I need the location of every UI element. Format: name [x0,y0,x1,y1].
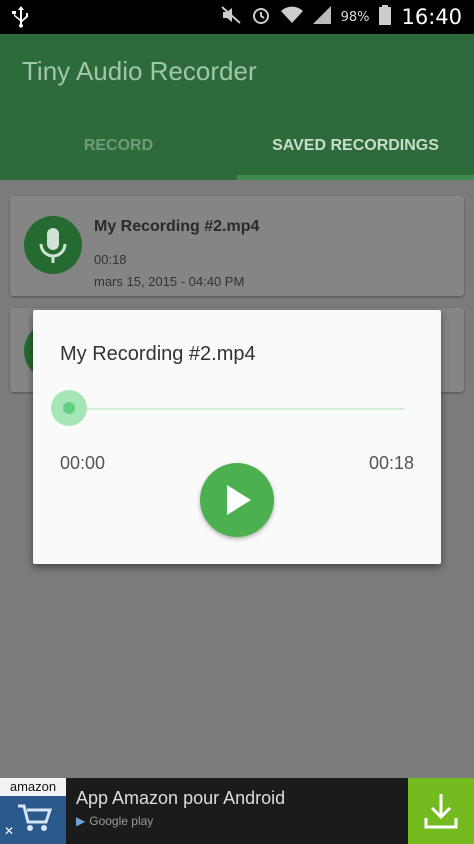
battery-percent: 98% [340,9,370,25]
ad-app-icon[interactable]: amazon ✕ [0,778,66,844]
ad-banner[interactable]: amazon ✕ App Amazon pour Android ▶ Googl… [0,778,474,844]
tab-record[interactable]: RECORD [0,122,237,180]
play-button[interactable] [200,463,274,537]
tab-bar: RECORD SAVED RECORDINGS [0,122,474,180]
download-icon [424,794,458,829]
recording-card[interactable]: My Recording #2.mp4 00:18 mars 15, 2015 … [10,196,464,296]
status-bar: 98% 16:40 [0,0,474,34]
seek-thumb[interactable] [51,390,87,426]
usb-icon [12,6,30,34]
mute-icon [220,6,241,28]
status-icons: 98% 16:40 [220,0,462,34]
cart-icon [18,804,53,838]
ad-subtitle-text: Google play [89,814,154,828]
app-title: Tiny Audio Recorder [22,56,257,86]
alarm-icon [251,5,271,29]
signal-icon [312,6,331,28]
recording-duration: 00:18 [94,252,127,267]
app-bar: Tiny Audio Recorder RECORD SAVED RECORDI… [0,34,474,180]
google-play-icon: ▶ [76,814,86,828]
mic-icon [24,216,82,274]
ad-title[interactable]: App Amazon pour Android [76,788,285,809]
ad-subtitle: ▶ Google play [76,814,153,828]
dialog-title: My Recording #2.mp4 [60,343,256,365]
player-dialog: My Recording #2.mp4 00:00 00:18 [33,310,441,564]
play-icon [227,485,251,515]
elapsed-time: 00:00 [60,453,106,473]
tab-saved-recordings[interactable]: SAVED RECORDINGS [237,122,474,180]
download-button[interactable] [408,778,474,844]
seek-bar[interactable] [67,408,405,410]
wifi-icon [280,6,303,28]
battery-icon [379,5,392,29]
clock: 16:40 [401,5,462,29]
total-time: 00:18 [368,453,414,473]
recording-title: My Recording #2.mp4 [94,218,260,235]
ad-close-icon[interactable]: ✕ [4,824,14,838]
recording-date: mars 15, 2015 - 04:40 PM [94,274,245,289]
ad-brand: amazon [0,778,66,796]
